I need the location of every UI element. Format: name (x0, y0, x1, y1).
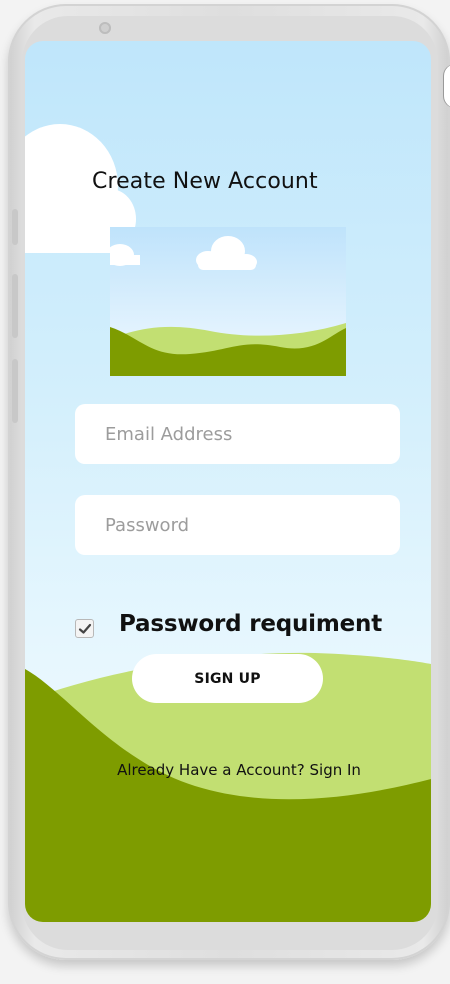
checkmark-icon (78, 623, 92, 634)
password-field[interactable] (75, 495, 400, 555)
power-button (444, 64, 450, 108)
password-input[interactable] (105, 514, 400, 536)
sign-in-link[interactable]: Already Have a Account? Sign In (25, 761, 431, 779)
password-requirement-checkbox[interactable] (75, 619, 94, 638)
mute-switch (12, 209, 18, 245)
email-field[interactable] (75, 404, 400, 464)
app-screen: Create New Account Email Address Passwor… (25, 41, 431, 922)
front-camera-icon (99, 22, 111, 34)
page-title: Create New Account (92, 169, 318, 194)
sign-up-button[interactable]: SIGN UP (132, 654, 323, 703)
email-input[interactable] (105, 423, 400, 445)
password-requirement-label: Password requiment (119, 611, 383, 637)
volume-up-button (12, 274, 18, 338)
device-frame: Create New Account Email Address Passwor… (0, 0, 450, 984)
landscape-image-icon (110, 227, 346, 376)
volume-down-button (12, 359, 18, 423)
